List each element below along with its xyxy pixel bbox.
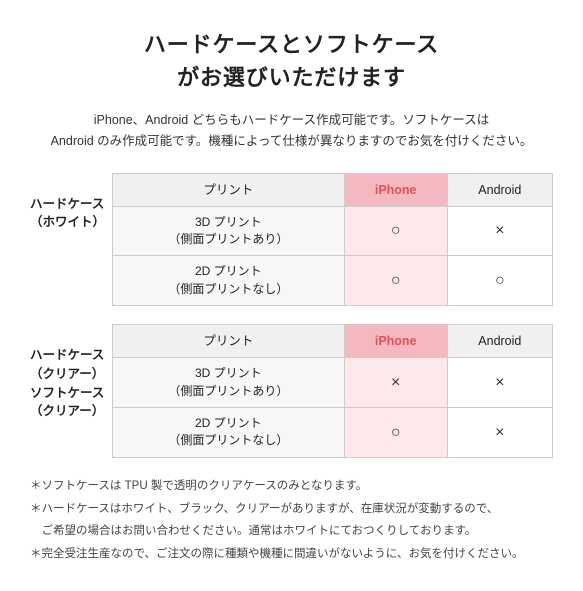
section2-row1-android: ×	[447, 358, 552, 408]
notes: ＊ソフトケースは TPU 製で透明のクリアケースのみとなります。 ＊ハードケース…	[30, 476, 553, 565]
table-row: 3D プリント（側面プリントあり） ○ ×	[113, 206, 553, 256]
section2: ハードケース （クリアー） ソフトケース （クリアー） プリント iPhone …	[30, 324, 553, 458]
note-2: ＊ハードケースはホワイト、ブラック、クリアーがありますが、在庫状況が変動するので…	[30, 499, 553, 520]
section1-row-label: ハードケース （ホワイト）	[30, 173, 112, 233]
section2-row-label: ハードケース （クリアー） ソフトケース （クリアー）	[30, 324, 112, 421]
section2-row2-print: 2D プリント（側面プリントなし）	[113, 408, 345, 458]
section2-col-android: Android	[447, 325, 552, 358]
section1-row1-android: ×	[447, 206, 552, 256]
section1: ハードケース （ホワイト） プリント iPhone Android 3D プリン…	[30, 173, 553, 307]
note-1: ＊ソフトケースは TPU 製で透明のクリアケースのみとなります。	[30, 476, 553, 497]
section2-col-iphone: iPhone	[344, 325, 447, 358]
note-2-cont: ご希望の場合はお問い合わせください。通常はホワイトにておつくりしております。	[30, 521, 553, 542]
section2-table: プリント iPhone Android 3D プリント（側面プリントあり） × …	[112, 324, 553, 458]
table-row: 2D プリント（側面プリントなし） ○ ×	[113, 408, 553, 458]
table-row: 2D プリント（側面プリントなし） ○ ○	[113, 256, 553, 306]
section1-row2-android: ○	[447, 256, 552, 306]
section1-col-iphone: iPhone	[344, 173, 447, 206]
section2-row1-iphone: ×	[344, 358, 447, 408]
section2-row2-android: ×	[447, 408, 552, 458]
section1-table-wrapper: ハードケース （ホワイト） プリント iPhone Android 3D プリン…	[30, 173, 553, 307]
section1-col-print: プリント	[113, 173, 345, 206]
main-title: ハードケースとソフトケース がお選びいただけます	[30, 28, 553, 94]
section2-row1-print: 3D プリント（側面プリントあり）	[113, 358, 345, 408]
section1-row2-print: 2D プリント（側面プリントなし）	[113, 256, 345, 306]
section2-table-wrapper: ハードケース （クリアー） ソフトケース （クリアー） プリント iPhone …	[30, 324, 553, 458]
section1-col-android: Android	[447, 173, 552, 206]
table-row: 3D プリント（側面プリントあり） × ×	[113, 358, 553, 408]
section2-row2-iphone: ○	[344, 408, 447, 458]
section1-table: プリント iPhone Android 3D プリント（側面プリントあり） ○ …	[112, 173, 553, 307]
section1-row1-print: 3D プリント（側面プリントあり）	[113, 206, 345, 256]
section1-row1-iphone: ○	[344, 206, 447, 256]
section2-col-print: プリント	[113, 325, 345, 358]
section1-row2-iphone: ○	[344, 256, 447, 306]
subtitle: iPhone、Android どちらもハードケース作成可能です。ソフトケースは …	[30, 110, 553, 153]
note-3: ＊完全受注生産なので、ご注文の際に種類や機種に間違いがないように、お気を付けくだ…	[30, 544, 553, 565]
